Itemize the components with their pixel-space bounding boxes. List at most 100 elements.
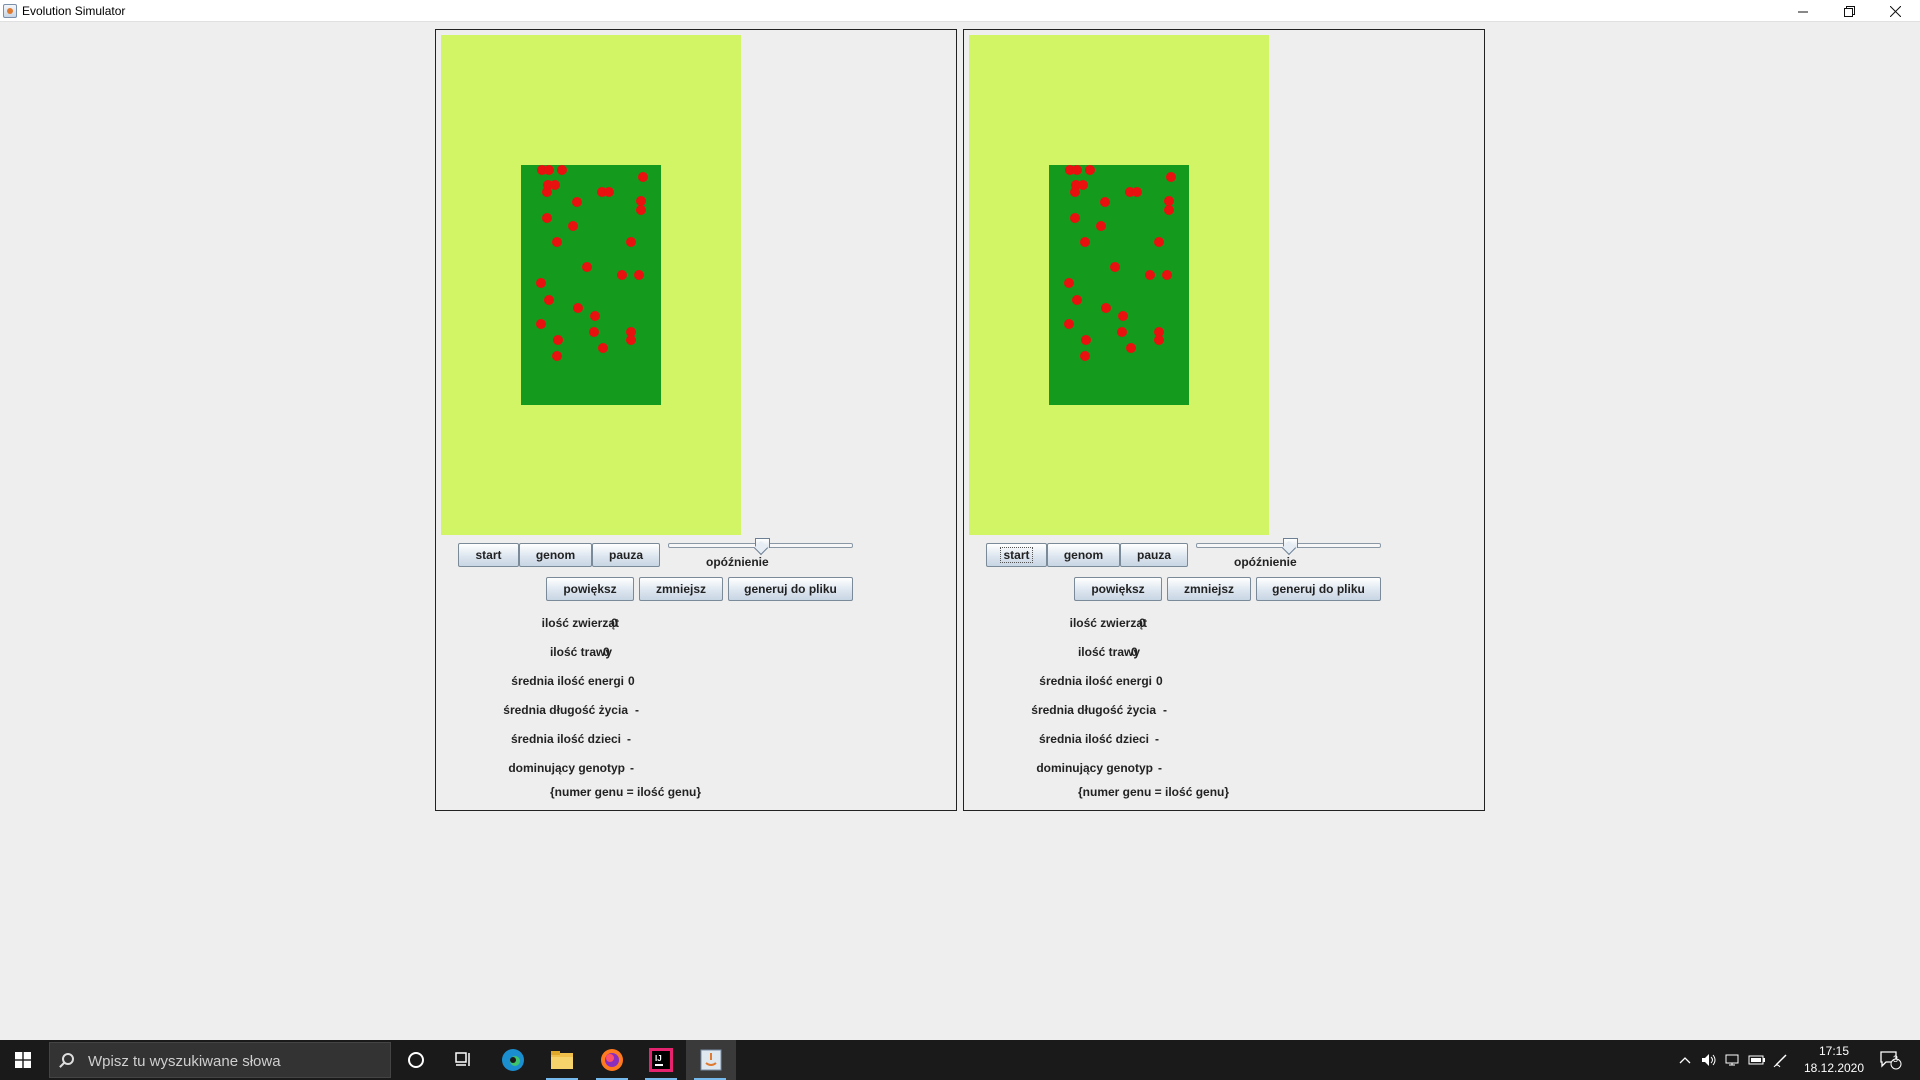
animal-marker [1070, 213, 1080, 223]
animal-marker [1154, 335, 1164, 345]
animal-marker [552, 351, 562, 361]
animal-marker [536, 278, 546, 288]
pause-button-label: pauza [1136, 548, 1171, 562]
volume-button[interactable] [1698, 1040, 1720, 1080]
show-hidden-icons-button[interactable] [1676, 1040, 1694, 1080]
restore-icon [1843, 5, 1855, 17]
animal-marker [542, 213, 552, 223]
animal-marker [573, 303, 583, 313]
dominant-genotype-value: - [1158, 761, 1162, 775]
task-view-button[interactable] [440, 1040, 488, 1080]
animal-marker [1064, 319, 1074, 329]
animals-count-label: ilość zwierząt [541, 616, 619, 630]
animal-marker [589, 327, 599, 337]
notification-icon [1880, 1051, 1902, 1070]
speaker-icon [1702, 1054, 1716, 1066]
clock-date: 18.12.2020 [1803, 1061, 1865, 1075]
animal-marker [1132, 187, 1142, 197]
delay-slider-label: opóźnienie [1234, 555, 1297, 569]
close-button[interactable] [1872, 0, 1918, 22]
cortana-icon [408, 1052, 424, 1068]
avg-energy-value: 0 [628, 674, 635, 688]
animal-marker [1162, 270, 1172, 280]
start-button[interactable]: start [986, 543, 1047, 567]
network-button[interactable] [1722, 1040, 1744, 1080]
pen-workspace-button[interactable] [1770, 1040, 1792, 1080]
delay-slider-thumb[interactable] [754, 538, 770, 553]
zoom-out-button[interactable]: zmniejsz [1167, 577, 1251, 601]
dominant-genotype-value: - [630, 761, 634, 775]
network-icon [1725, 1054, 1739, 1066]
delay-slider-thumb[interactable] [1282, 538, 1298, 553]
restore-button[interactable] [1826, 0, 1872, 22]
pause-button[interactable]: pauza [1120, 543, 1188, 567]
animal-marker [1164, 205, 1174, 215]
cortana-button[interactable] [392, 1040, 440, 1080]
firefox-icon [601, 1049, 623, 1071]
minimize-button[interactable] [1780, 0, 1826, 22]
animal-marker [1078, 180, 1088, 190]
avg-lifespan-label: średnia długość życia [503, 703, 628, 717]
zoom-in-button[interactable]: powiększ [1074, 577, 1162, 601]
zoom-out-button[interactable]: zmniejsz [639, 577, 723, 601]
notification-count: 3 [1893, 1054, 1899, 1064]
system-clock[interactable]: 17:15 18.12.2020 [1796, 1043, 1872, 1077]
animal-marker [1072, 165, 1082, 175]
animal-marker [1072, 295, 1082, 305]
java-app-button[interactable] [686, 1040, 736, 1080]
intellij-button[interactable]: IJ [637, 1040, 685, 1080]
search-icon [62, 1053, 74, 1065]
avg-energy-label: średnia ilość energi [511, 674, 624, 688]
animal-marker [552, 237, 562, 247]
animal-marker [626, 335, 636, 345]
dominant-genotype-label: dominujący genotyp [1036, 761, 1153, 775]
animals-count-value: 0 [611, 616, 618, 630]
edge-button[interactable] [489, 1040, 537, 1080]
animal-marker [1070, 187, 1080, 197]
animal-marker [1080, 351, 1090, 361]
animal-marker [582, 262, 592, 272]
grass-count-value: 0 [603, 645, 610, 659]
title-bar: Evolution Simulator [0, 0, 1920, 22]
start-button-label: start [475, 548, 502, 562]
animal-marker [568, 221, 578, 231]
simulation-panel-1: start genom pauza opóźnienie powiększ zm… [435, 29, 957, 811]
avg-children-value: - [627, 732, 631, 746]
avg-energy-label: średnia ilość energi [1039, 674, 1152, 688]
zoom-in-button[interactable]: powiększ [546, 577, 634, 601]
animal-marker [626, 237, 636, 247]
file-explorer-button[interactable] [538, 1040, 586, 1080]
genome-button-label: genom [1063, 548, 1104, 562]
battery-button[interactable] [1746, 1040, 1768, 1080]
action-center-button[interactable]: 3 [1874, 1040, 1908, 1080]
animal-marker [636, 205, 646, 215]
animal-marker [1126, 343, 1136, 353]
avg-lifespan-value: - [1163, 703, 1167, 717]
export-to-file-button[interactable]: generuj do pliku [728, 577, 853, 601]
animal-marker [1154, 237, 1164, 247]
dominant-genotype-label: dominujący genotyp [508, 761, 625, 775]
world-map [969, 35, 1269, 535]
pause-button[interactable]: pauza [592, 543, 660, 567]
animal-marker [598, 343, 608, 353]
windows-logo-icon [15, 1052, 31, 1068]
firefox-button[interactable] [588, 1040, 636, 1080]
zoom-out-button-label: zmniejsz [655, 582, 706, 596]
edge-icon [502, 1049, 524, 1071]
battery-icon [1748, 1055, 1765, 1065]
taskbar-search-box[interactable]: Wpisz tu wyszukiwane słowa [49, 1042, 391, 1078]
avg-children-value: - [1155, 732, 1159, 746]
animal-marker [1064, 278, 1074, 288]
export-to-file-button[interactable]: generuj do pliku [1256, 577, 1381, 601]
start-menu-button[interactable] [0, 1040, 46, 1080]
start-button[interactable]: start [458, 543, 519, 567]
svg-text:IJ: IJ [655, 1054, 662, 1063]
animal-marker [544, 165, 554, 175]
avg-children-label: średnia ilość dzieci [1038, 732, 1149, 746]
genome-button[interactable]: genom [519, 543, 592, 567]
minimize-icon [1797, 11, 1808, 12]
genome-button[interactable]: genom [1047, 543, 1120, 567]
animal-marker [1166, 172, 1176, 182]
animal-marker [1117, 327, 1127, 337]
animal-marker [1110, 262, 1120, 272]
